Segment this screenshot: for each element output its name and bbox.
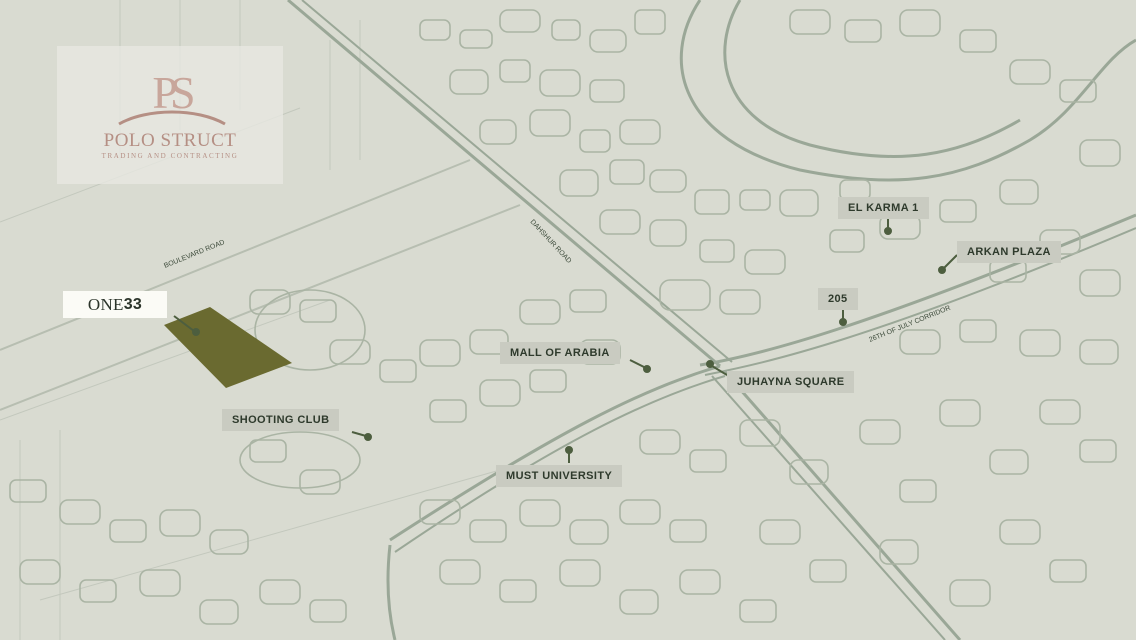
landmark-label-arkan-plaza[interactable]: ARKAN PLAZA	[957, 241, 1061, 263]
landmark-label-mall-of-arabia[interactable]: MALL OF ARABIA	[500, 342, 620, 364]
project-name-prefix: ONE	[87, 294, 124, 314]
landmark-label-shooting-club[interactable]: SHOOTING CLUB	[222, 409, 340, 431]
project-name-number: 33	[123, 295, 143, 313]
landmark-label-el-karma-1[interactable]: EL KARMA 1	[838, 197, 929, 219]
landmark-label-juhayna-square[interactable]: JUHAYNA SQUARE	[727, 371, 855, 393]
logo-tagline: TRADING AND CONTRACTING	[101, 152, 239, 160]
landmark-label-205[interactable]: 205	[818, 288, 858, 310]
logo-arc-icon	[118, 110, 226, 126]
landmark-label-must-university[interactable]: MUST UNIVERSITY	[496, 465, 623, 487]
project-label-one33[interactable]: ONE 33	[63, 291, 167, 318]
logo-name: POLO STRUCT	[103, 130, 237, 151]
company-logo: PS POLO STRUCT TRADING AND CONTRACTING	[57, 46, 283, 184]
